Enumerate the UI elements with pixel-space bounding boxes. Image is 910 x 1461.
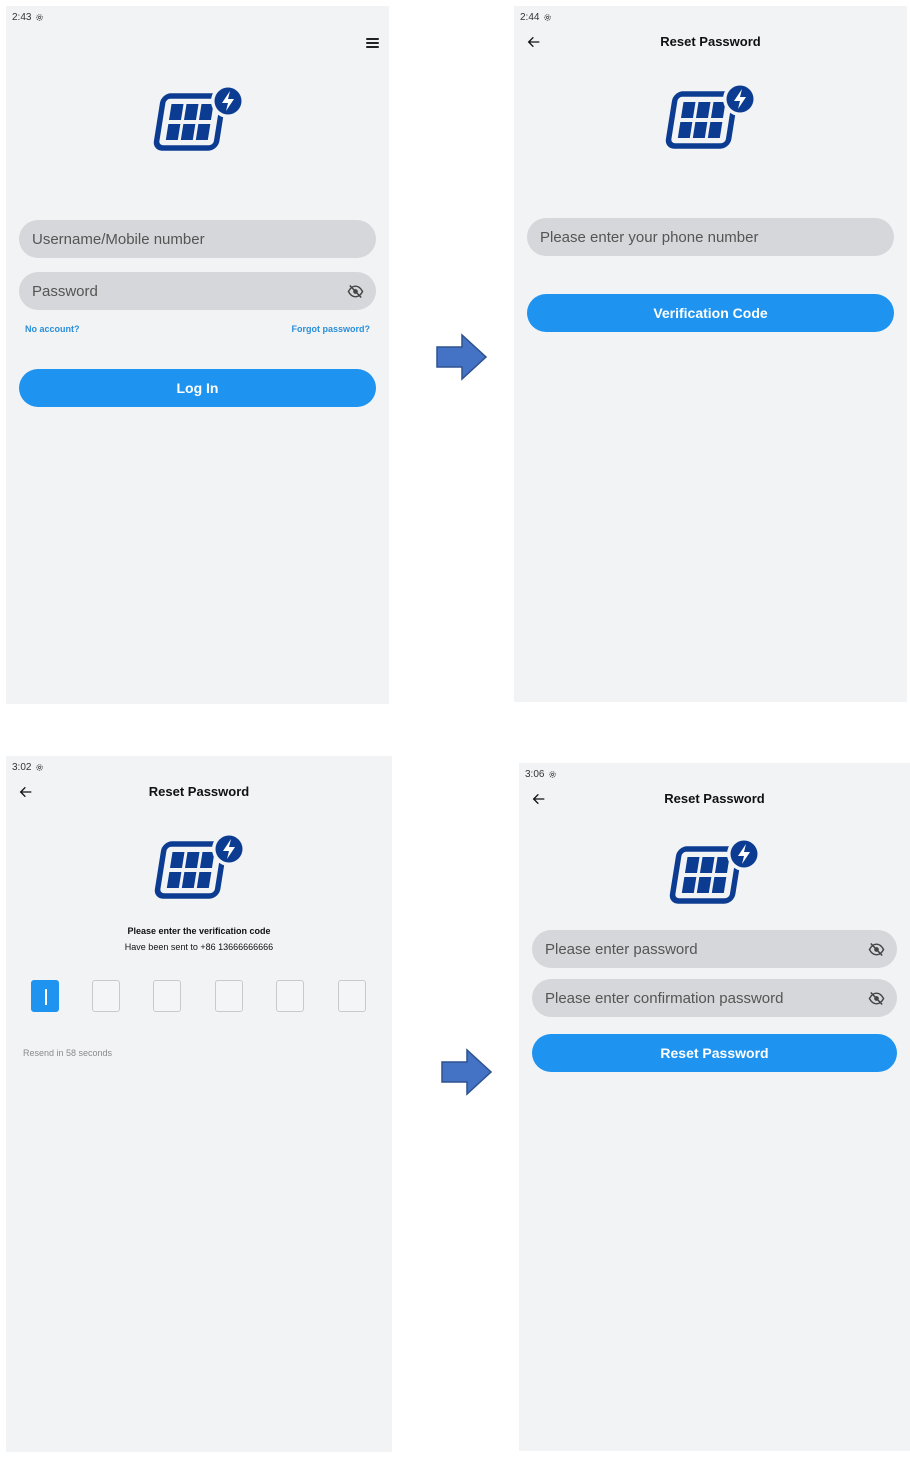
page-title: Reset Password — [664, 791, 765, 806]
code-digit-6[interactable] — [338, 980, 366, 1012]
login-screen: 2:43 Username/Mobile number Password No … — [6, 6, 389, 704]
confirm-password-placeholder: Please enter confirmation password — [545, 989, 784, 1007]
settings-gear-icon — [543, 13, 552, 22]
status-bar: 3:02 — [12, 762, 44, 773]
eye-off-icon[interactable] — [868, 941, 885, 958]
new-password-placeholder: Please enter password — [545, 940, 698, 958]
code-digit-2[interactable] — [92, 980, 120, 1012]
code-digit-3[interactable] — [153, 980, 181, 1012]
code-digit-1[interactable] — [31, 980, 59, 1012]
password-placeholder: Password — [32, 282, 98, 300]
username-input[interactable]: Username/Mobile number — [19, 220, 376, 258]
code-digit-5[interactable] — [276, 980, 304, 1012]
app-logo — [666, 835, 762, 909]
status-time: 2:43 — [12, 12, 32, 23]
status-bar: 3:06 — [525, 769, 557, 780]
page-title: Reset Password — [148, 784, 250, 799]
phone-placeholder: Please enter your phone number — [540, 228, 759, 246]
right-arrow-icon — [436, 333, 488, 381]
settings-gear-icon — [35, 13, 44, 22]
verification-prompt: Please enter the verification code — [127, 926, 271, 936]
sent-to-text: Have been sent to +86 13666666666 — [124, 942, 274, 952]
phone-input[interactable]: Please enter your phone number — [527, 218, 894, 256]
new-password-screen: 3:06 Reset Password Please enter passwor… — [519, 763, 910, 1451]
status-time: 3:02 — [12, 762, 32, 773]
settings-gear-icon — [35, 763, 44, 772]
settings-gear-icon — [548, 770, 557, 779]
verification-code-button[interactable]: Verification Code — [527, 294, 894, 332]
password-input[interactable]: Password — [19, 272, 376, 310]
hamburger-menu-icon[interactable] — [366, 38, 379, 48]
eye-off-icon[interactable] — [347, 283, 364, 300]
no-account-link[interactable]: No account? — [25, 324, 80, 334]
new-password-input[interactable]: Please enter password — [532, 930, 897, 968]
username-placeholder: Username/Mobile number — [32, 230, 205, 248]
login-button[interactable]: Log In — [19, 369, 376, 407]
app-logo — [150, 82, 246, 156]
app-logo — [151, 830, 247, 904]
right-arrow-icon — [441, 1048, 493, 1096]
verify-code-screen: 3:02 Reset Password Please enter the ver… — [6, 756, 392, 1452]
resend-countdown: Resend in 58 seconds — [23, 1048, 113, 1058]
eye-off-icon[interactable] — [868, 990, 885, 1007]
reset-password-button[interactable]: Reset Password — [532, 1034, 897, 1072]
app-logo — [662, 80, 758, 154]
page-title: Reset Password — [660, 34, 761, 49]
status-bar: 2:43 — [12, 12, 44, 23]
forgot-password-link[interactable]: Forgot password? — [292, 324, 371, 334]
status-bar: 2:44 — [520, 12, 552, 23]
confirm-password-input[interactable]: Please enter confirmation password — [532, 979, 897, 1017]
status-time: 2:44 — [520, 12, 540, 23]
status-time: 3:06 — [525, 769, 545, 780]
reset-phone-screen: 2:44 Reset Password Please enter your ph… — [514, 6, 907, 702]
code-digit-4[interactable] — [215, 980, 243, 1012]
